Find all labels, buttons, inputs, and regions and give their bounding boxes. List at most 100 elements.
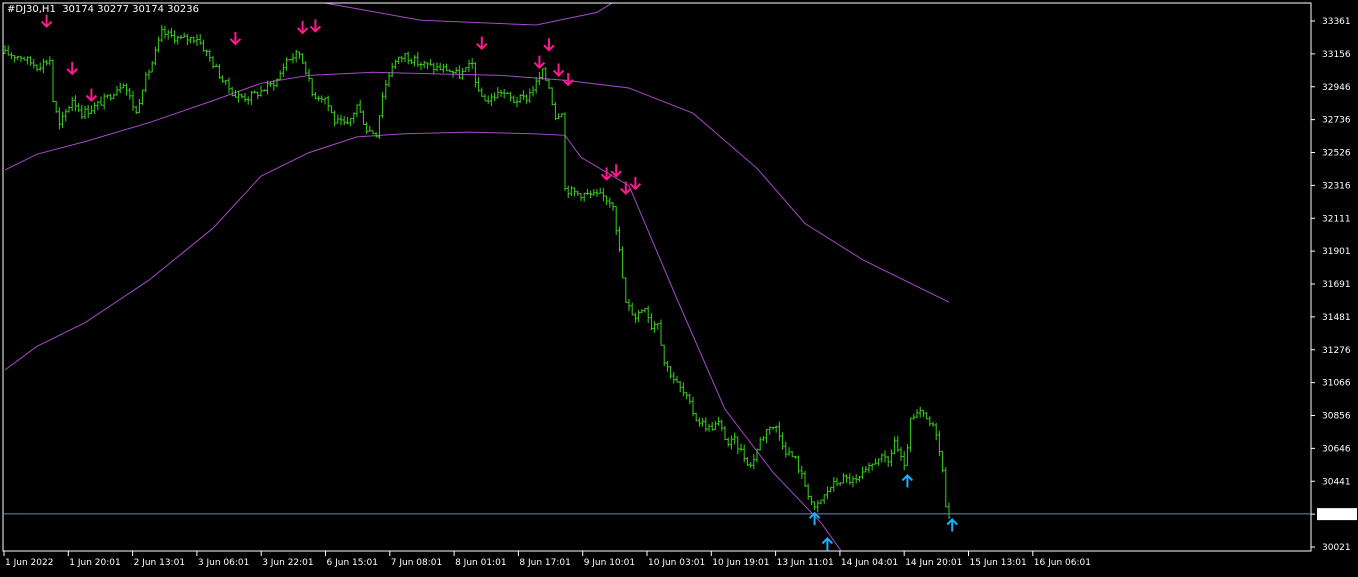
ohlc-bar bbox=[25, 56, 29, 65]
ohlc-bar bbox=[323, 97, 327, 105]
ohlc-bar bbox=[717, 416, 721, 426]
y-tick-label: 33156 bbox=[1322, 50, 1351, 60]
y-tick-label: 31691 bbox=[1322, 280, 1351, 290]
x-tick-label: 14 Jun 04:01 bbox=[841, 558, 898, 568]
ohlc-bar bbox=[51, 59, 55, 103]
ohlc-bar bbox=[29, 56, 33, 66]
ohlc-bar bbox=[902, 451, 906, 471]
ohlc-bar bbox=[467, 59, 471, 73]
ohlc-bar bbox=[61, 111, 65, 128]
ohlc-bar bbox=[509, 91, 513, 102]
ohlc-bar bbox=[230, 86, 234, 97]
ohlc-bar bbox=[336, 114, 340, 124]
x-tick-label: 3 Jun 22:01 bbox=[262, 558, 313, 568]
y-tick-label: 31901 bbox=[1322, 247, 1351, 257]
x-tick-label: 8 Jun 17:01 bbox=[519, 558, 570, 568]
ohlc-bar bbox=[96, 101, 100, 110]
ohlc-bar bbox=[217, 64, 221, 79]
ohlc-bar bbox=[249, 90, 253, 105]
ohlc-bar bbox=[707, 424, 711, 432]
sell-arrow bbox=[66, 61, 78, 76]
x-tick-label: 6 Jun 15:01 bbox=[327, 558, 378, 568]
ohlc-bar bbox=[112, 93, 116, 100]
ohlc-bar bbox=[659, 319, 663, 346]
x-tick-label: 10 Jun 03:01 bbox=[648, 558, 705, 568]
ohlc-bar bbox=[173, 30, 177, 44]
ohlc-bar bbox=[208, 49, 212, 63]
ohlc-bar bbox=[38, 62, 42, 72]
ohlc-bar bbox=[157, 36, 161, 53]
ohlc-bar bbox=[166, 29, 170, 40]
ohlc-bar bbox=[384, 79, 388, 100]
ohlc-bar bbox=[339, 114, 343, 126]
ohlc-bar bbox=[141, 89, 145, 105]
sell-arrow bbox=[85, 88, 98, 103]
bollinger-bands bbox=[4, 3, 950, 551]
ohlc-bar bbox=[637, 310, 641, 323]
ohlc-bar bbox=[893, 436, 897, 455]
ohlc-bar bbox=[422, 60, 426, 69]
ohlc-bar bbox=[326, 95, 330, 112]
sell-arrow bbox=[610, 164, 622, 178]
ohlc-bar bbox=[416, 51, 420, 68]
ohlc-bar bbox=[841, 472, 845, 484]
ohlc-bar bbox=[512, 95, 516, 104]
ohlc-bar bbox=[291, 53, 295, 64]
y-tick-label: 32736 bbox=[1322, 116, 1351, 126]
ohlc-bar bbox=[169, 27, 173, 38]
ohlc-bar bbox=[179, 34, 183, 40]
ohlc-bar bbox=[73, 95, 77, 112]
ohlc-bar bbox=[499, 89, 503, 97]
x-tick-label: 16 Jun 06:01 bbox=[1034, 558, 1091, 568]
x-tick-label: 1 Jun 20:01 bbox=[69, 558, 120, 568]
ohlc-bar bbox=[147, 69, 151, 80]
ohlc-bar bbox=[521, 90, 525, 100]
ohlc-bar bbox=[531, 85, 535, 97]
buy-arrow bbox=[946, 518, 958, 532]
ohlc-bar bbox=[185, 33, 189, 46]
ohlc-bar bbox=[857, 475, 861, 482]
ohlc-bar bbox=[528, 88, 532, 103]
ohlc-bar bbox=[797, 455, 801, 474]
ohlc-bar bbox=[589, 190, 593, 199]
ohlc-bar bbox=[201, 39, 205, 52]
ohlc-bar bbox=[774, 425, 778, 433]
ohlc-bar bbox=[736, 436, 740, 455]
ohlc-bar bbox=[643, 308, 647, 313]
ohlc-bar bbox=[777, 421, 781, 441]
sell-arrow bbox=[533, 55, 546, 69]
chart-canvas[interactable]: 33361 33156 32946 32736 32526 32316 32111 31901… bbox=[0, 0, 1358, 573]
ohlc-bar bbox=[646, 305, 650, 324]
ohlc-bar bbox=[128, 87, 132, 100]
sell-arrow bbox=[543, 38, 555, 52]
ohlc-bar bbox=[669, 366, 673, 379]
ohlc-bar bbox=[461, 68, 465, 80]
y-tick-label: 32111 bbox=[1322, 214, 1351, 224]
x-tick-label: 8 Jun 01:01 bbox=[455, 558, 506, 568]
ohlc-bar bbox=[723, 425, 727, 441]
ohlc-bar bbox=[16, 55, 20, 61]
ohlc-bar bbox=[195, 34, 199, 46]
ohlc-bar bbox=[621, 246, 625, 279]
ohlc-bar bbox=[806, 483, 810, 500]
y-tick-label: 30021 bbox=[1322, 543, 1351, 553]
ohlc-bar bbox=[873, 458, 877, 465]
x-tick-label: 7 Jun 08:01 bbox=[391, 558, 442, 568]
ohlc-bar bbox=[701, 417, 705, 427]
ohlc-bar bbox=[438, 62, 442, 71]
ohlc-bar bbox=[486, 95, 490, 104]
price-chart[interactable]: 33361 33156 32946 32736 32526 32316 32111 31901… bbox=[0, 0, 1358, 573]
ohlc-bar bbox=[733, 432, 737, 445]
ohlc-bar bbox=[93, 102, 97, 115]
y-tick-label: 30441 bbox=[1322, 477, 1351, 487]
ohlc-bar bbox=[704, 417, 708, 432]
ohlc-bar bbox=[592, 189, 596, 197]
ohlc-bars bbox=[3, 25, 951, 519]
ohlc-bar bbox=[624, 277, 628, 303]
ohlc-bar bbox=[525, 94, 529, 104]
ohlc-bar bbox=[118, 82, 122, 94]
ohlc-bar bbox=[720, 419, 724, 432]
ohlc-bar bbox=[813, 501, 817, 511]
ohlc-bar bbox=[144, 71, 148, 93]
ohlc-bar bbox=[237, 90, 241, 103]
